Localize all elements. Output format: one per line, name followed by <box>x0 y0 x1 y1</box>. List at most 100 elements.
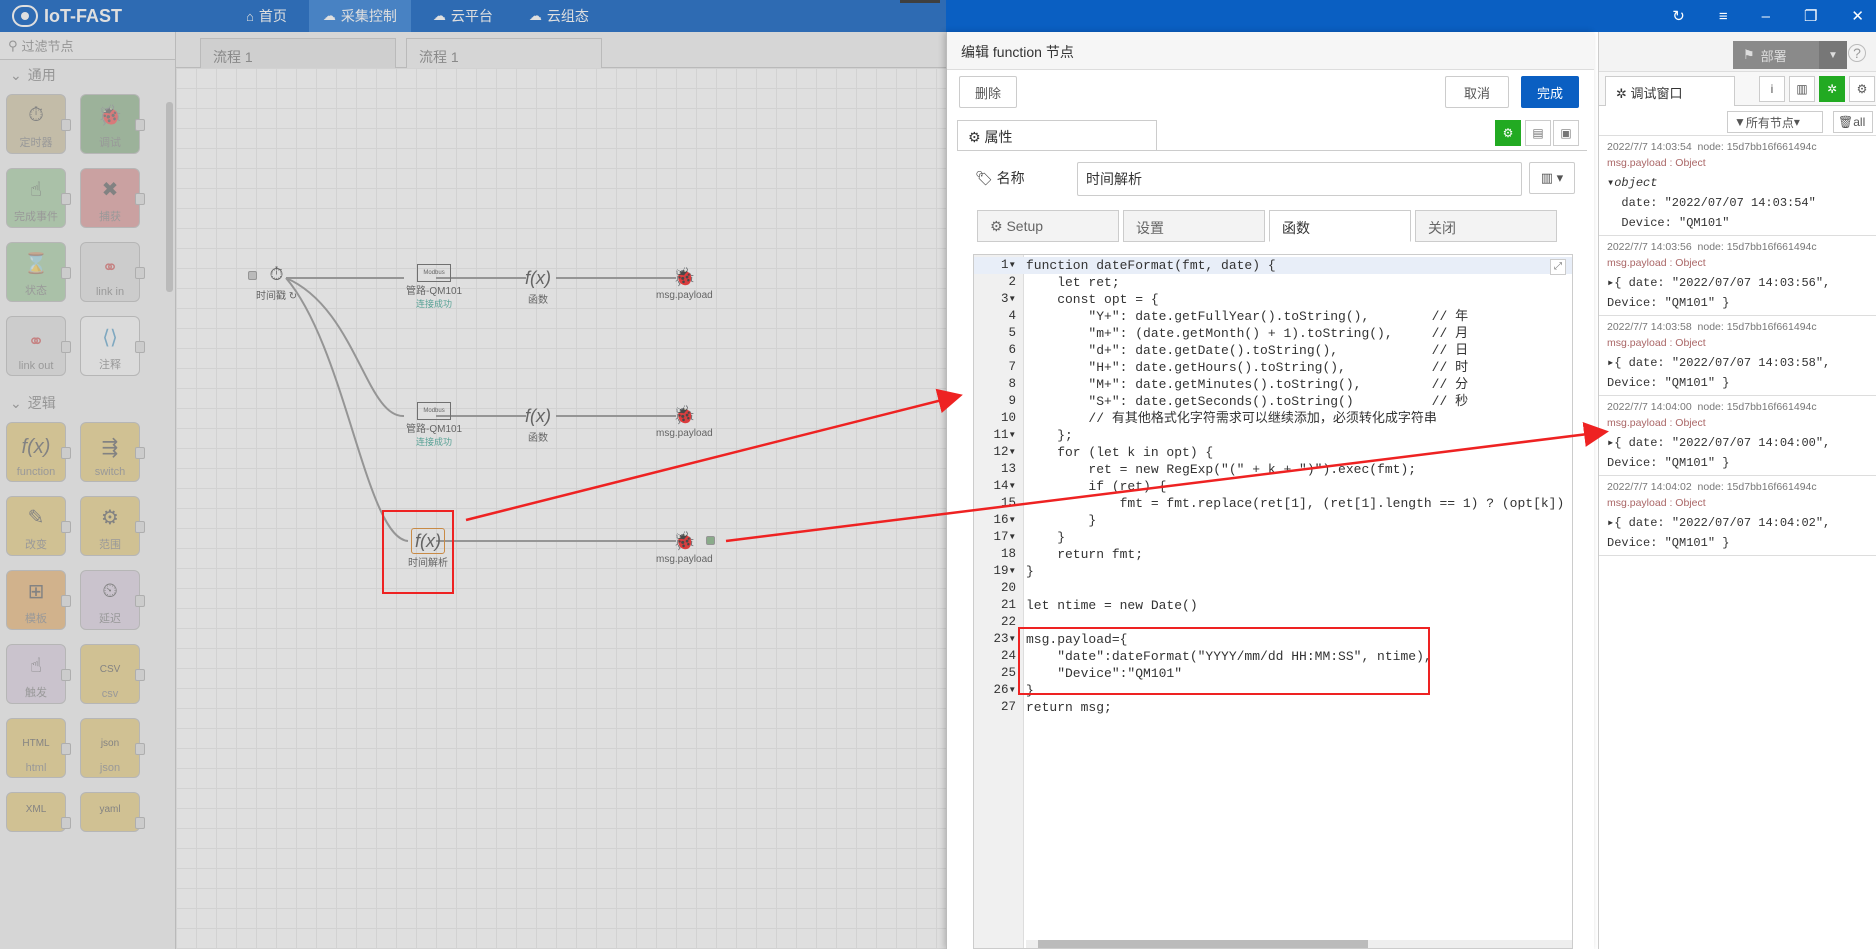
code-line[interactable]: 27 return msg; <box>974 699 1572 716</box>
close-icon[interactable]: ✕ <box>1851 7 1864 25</box>
code-line[interactable]: 6 "d+": date.getDate().toString(), // 日 <box>974 342 1572 359</box>
appearance-icon-button[interactable]: ▣ <box>1553 120 1579 146</box>
tab-function[interactable]: 函数 <box>1269 210 1411 242</box>
debug-message[interactable]: 2022/7/7 14:04:00 node: 15d7bb16f661494c… <box>1599 396 1876 476</box>
palette-node-html[interactable]: HTML html <box>6 718 71 778</box>
gear-icon[interactable]: ⚙ <box>1849 76 1875 102</box>
book-icon[interactable]: ▥ <box>1789 76 1815 102</box>
debug-toggle[interactable] <box>706 536 715 545</box>
code-line[interactable]: 20 <box>974 580 1572 597</box>
palette-node-template[interactable]: ⊞ 模板 <box>6 570 71 630</box>
name-input[interactable] <box>1077 162 1522 196</box>
code-line[interactable]: 2 let ret; <box>974 274 1572 291</box>
tab-debug[interactable]: ✲ 调试窗口 <box>1605 76 1735 106</box>
palette-scrollbar[interactable] <box>166 102 173 292</box>
code-line[interactable]: 12▾ for (let k in opt) { <box>974 444 1572 461</box>
palette-node-json[interactable]: json json <box>80 718 145 778</box>
help-icon[interactable]: ? <box>1848 44 1866 62</box>
code-line[interactable]: 24 "date":dateFormat("YYYY/mm/dd HH:MM:S… <box>974 648 1572 665</box>
nav-home[interactable]: ⌂ 首页 <box>232 0 301 32</box>
palette-node-range[interactable]: ⚙ 范围 <box>80 496 145 556</box>
palette-node-switch[interactable]: ⇶ switch <box>80 422 145 482</box>
code-line[interactable]: 16▾ } <box>974 512 1572 529</box>
description-icon-button[interactable]: ▤ <box>1525 120 1551 146</box>
code-line[interactable]: 15 fmt = fmt.replace(ret[1], (ret[1].len… <box>974 495 1572 512</box>
palette-node-catch[interactable]: ✖ 捕获 <box>80 168 145 228</box>
debug-node-3[interactable]: 🐞 msg.payload <box>656 528 713 566</box>
tab-settings[interactable]: 设置 <box>1123 210 1265 242</box>
code-line[interactable]: 9 "S+": date.getSeconds().toString() // … <box>974 393 1572 410</box>
category-common[interactable]: ⌄ 通用 <box>0 60 175 90</box>
palette-node-debug[interactable]: 🐞 调试 <box>80 94 145 154</box>
maximize-icon[interactable]: ❐ <box>1804 7 1817 25</box>
debug-node-1[interactable]: 🐞 msg.payload <box>656 264 713 302</box>
code-line[interactable]: 25 "Device":"QM101" <box>974 665 1572 682</box>
function-node-1[interactable]: f(x) 函数 <box>521 265 555 307</box>
filter-nodes-button[interactable]: ▼ 所有节点 ▾ <box>1727 111 1823 133</box>
done-button[interactable]: 完成 <box>1521 76 1579 108</box>
debug-message[interactable]: 2022/7/7 14:03:58 node: 15d7bb16f661494c… <box>1599 316 1876 396</box>
code-line[interactable]: 22 <box>974 614 1572 631</box>
code-line[interactable]: 21 let ntime = new Date() <box>974 597 1572 614</box>
expand-icon[interactable]: ⤢ <box>1550 259 1566 275</box>
palette-node-status[interactable]: ⌛ 状态 <box>6 242 71 302</box>
inject-node[interactable]: ⏱ 时间戳 ↻ <box>256 261 297 303</box>
minimize-icon[interactable]: – <box>1762 8 1770 25</box>
function-node-time-parse[interactable]: f(x) 时间解析 <box>408 528 448 569</box>
clear-messages-button[interactable]: 🗑 all <box>1833 111 1873 133</box>
nav-collect-control[interactable]: ☁ 采集控制 <box>308 0 411 32</box>
code-line[interactable]: 4 "Y+": date.getFullYear().toString(), /… <box>974 308 1572 325</box>
code-line[interactable]: 5 "m+": (date.getMonth() + 1).toString()… <box>974 325 1572 342</box>
delete-button[interactable]: 删除 <box>959 76 1017 108</box>
code-line[interactable]: 19▾} <box>974 563 1572 580</box>
code-line[interactable]: 7 "H+": date.getHours().toString(), // 时 <box>974 359 1572 376</box>
nav-cloud-platform[interactable]: ☁ 云平台 <box>419 0 507 32</box>
tab-flow-1[interactable]: 流程 1 <box>200 38 396 68</box>
palette-node-trigger[interactable]: ☝ 触发 <box>6 644 71 704</box>
icon-picker-button[interactable]: ▥ ▾ <box>1529 162 1575 194</box>
modbus-node-2[interactable]: Modbus 管路-QM101 连接成功 <box>406 402 462 448</box>
flow-canvas[interactable]: ⏱ 时间戳 ↻ Modbus 管路-QM101 连接成功 f(x) 函数 🐞 msg.pa… <box>176 68 946 949</box>
code-line[interactable]: 18 return fmt; <box>974 546 1572 563</box>
cancel-button[interactable]: 取消 <box>1445 76 1509 108</box>
refresh-icon[interactable]: ↻ <box>1672 7 1685 25</box>
code-line[interactable]: 17▾ } <box>974 529 1572 546</box>
palette-node-function[interactable]: f(x) function <box>6 422 71 482</box>
palette-node-link-out[interactable]: ⚭ link out <box>6 316 71 376</box>
caret-down-icon[interactable]: ▼ <box>1819 41 1847 69</box>
palette-search[interactable]: ⚲ 过滤节点 <box>0 32 175 60</box>
code-line[interactable]: 23▾ msg.payload={ <box>974 631 1572 648</box>
code-line[interactable]: 8 "M+": date.getMinutes().toString(), //… <box>974 376 1572 393</box>
code-line[interactable]: 26▾} <box>974 682 1572 699</box>
palette-node-comment[interactable]: ⟨⟩ 注释 <box>80 316 145 376</box>
palette-node-link-in[interactable]: ⚭ link in <box>80 242 145 302</box>
palette-node-yaml[interactable]: yaml <box>80 792 145 832</box>
debug-bug-icon[interactable]: ✲ <box>1819 76 1845 102</box>
tab-setup[interactable]: ⚙ Setup <box>977 210 1119 242</box>
code-hscrollbar[interactable] <box>1026 940 1572 948</box>
modbus-node-1[interactable]: Modbus 管路-QM101 连接成功 <box>406 264 462 310</box>
properties-tab[interactable]: ⚙ 属性 <box>957 120 1157 150</box>
code-editor[interactable]: 1▾ function dateFormat(fmt, date) {2 let … <box>973 254 1573 949</box>
debug-node-2[interactable]: 🐞 msg.payload <box>656 402 713 440</box>
palette-node-complete[interactable]: ☝ 完成事件 <box>6 168 71 228</box>
code-line[interactable]: 10 // 有其他格式化字符需求可以继续添加，必须转化成字符串 <box>974 410 1572 427</box>
menu-icon[interactable]: ≡ <box>1719 8 1728 25</box>
palette-node-change[interactable]: ✎ 改变 <box>6 496 71 556</box>
tab-flow-1-active[interactable]: 流程 1 <box>406 38 602 68</box>
code-line[interactable]: 13 ret = new RegExp("(" + k + ")").exec(… <box>974 461 1572 478</box>
info-icon[interactable]: i <box>1759 76 1785 102</box>
palette-node-xml[interactable]: XML <box>6 792 71 832</box>
code-line[interactable]: 3▾ const opt = { <box>974 291 1572 308</box>
palette-node-delay[interactable]: ⏲ 延迟 <box>80 570 145 630</box>
category-logic[interactable]: ⌄ 逻辑 <box>0 388 175 418</box>
code-line[interactable]: 14▾ if (ret) { <box>974 478 1572 495</box>
palette-node-csv[interactable]: CSV csv <box>80 644 145 704</box>
function-node-2[interactable]: f(x) 函数 <box>521 403 555 445</box>
debug-message[interactable]: 2022/7/7 14:03:56 node: 15d7bb16f661494c… <box>1599 236 1876 316</box>
palette-node-timer[interactable]: ⏱ 定时器 <box>6 94 71 154</box>
nav-cloud-config[interactable]: ☁ 云组态 <box>515 0 603 32</box>
deploy-button[interactable]: ⚑ 部署 ▼ <box>1733 41 1847 69</box>
code-line[interactable]: 1▾ function dateFormat(fmt, date) { <box>974 257 1572 274</box>
debug-message[interactable]: 2022/7/7 14:03:54 node: 15d7bb16f661494c… <box>1599 136 1876 236</box>
